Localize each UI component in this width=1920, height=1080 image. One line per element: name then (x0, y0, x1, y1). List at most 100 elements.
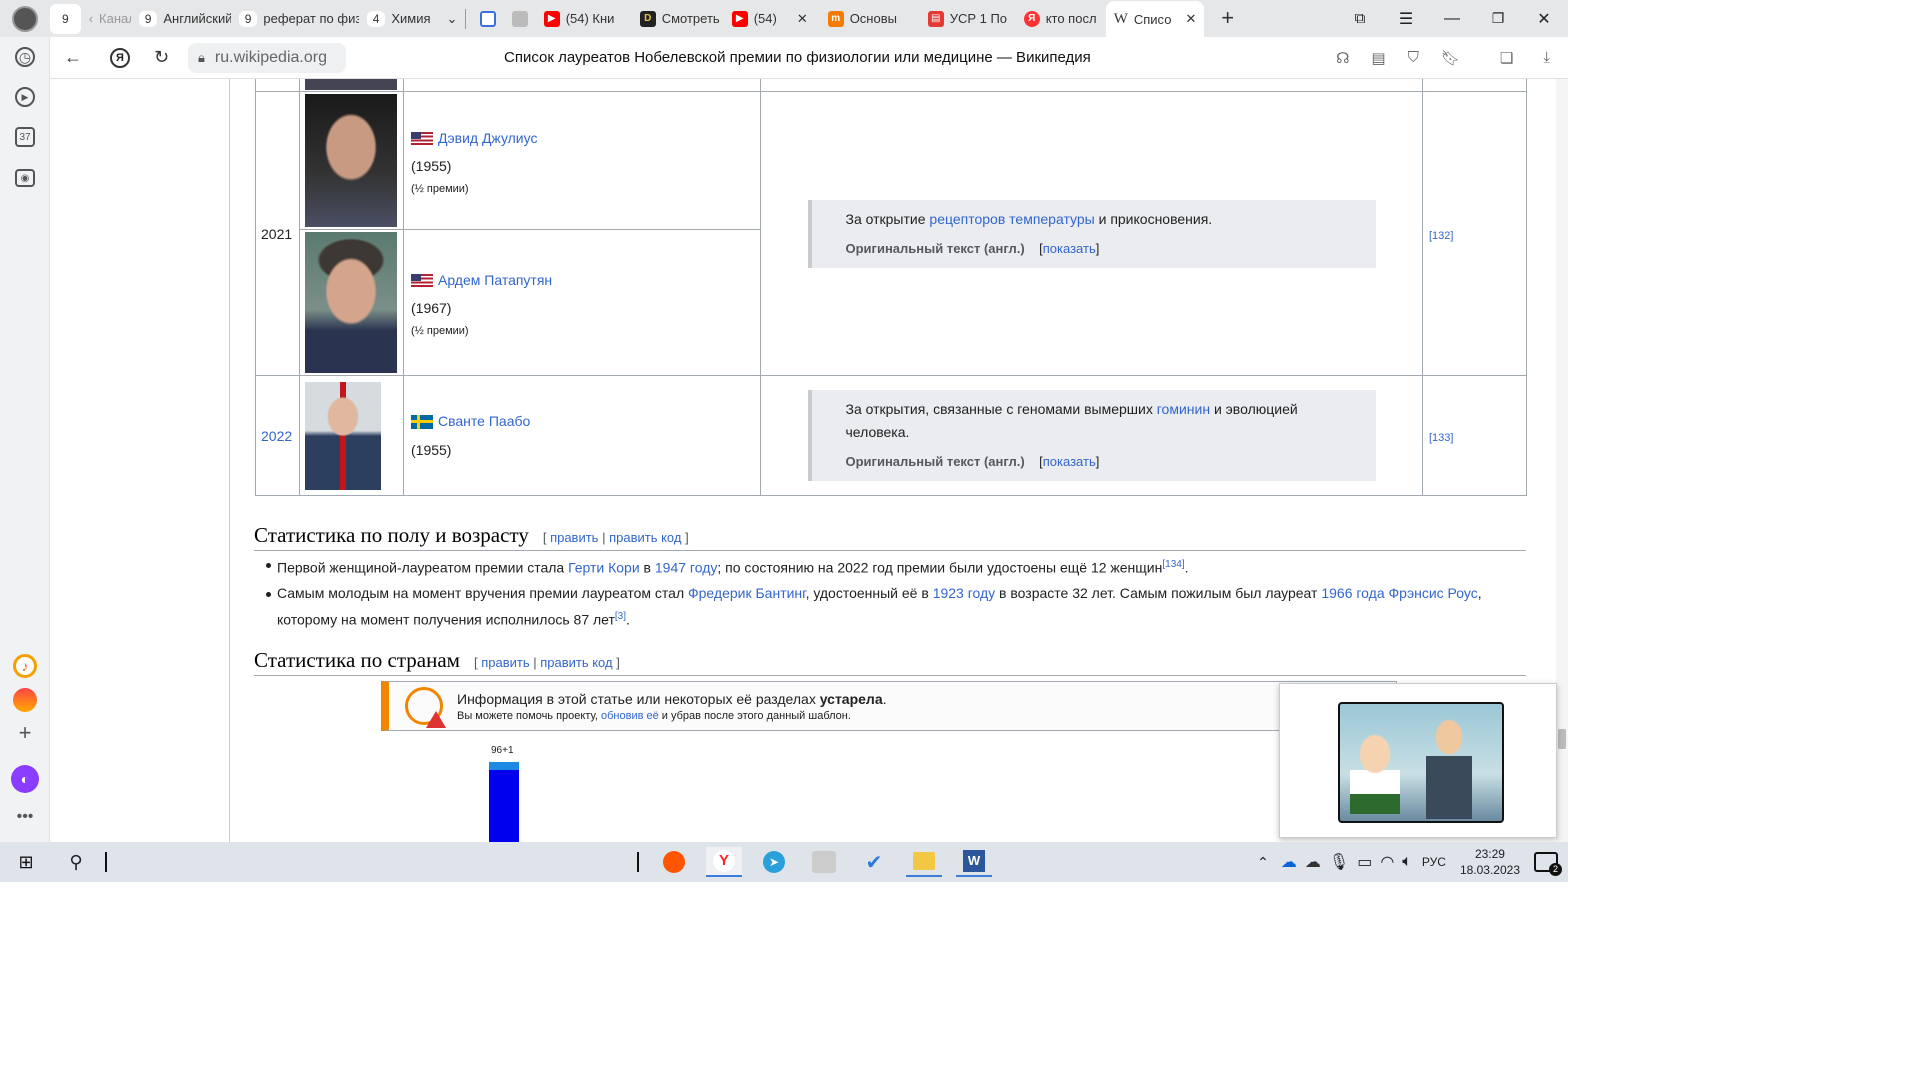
reference-link[interactable]: [132] (1429, 230, 1453, 242)
link[interactable]: 1923 году (933, 585, 995, 601)
camera-icon[interactable]: ◉ (15, 169, 35, 187)
wifi-icon[interactable]: ◠ (1380, 852, 1394, 872)
restore-icon[interactable]: ❐ (1484, 10, 1512, 27)
rationale-link[interactable]: рецепторов температуры (929, 211, 1094, 227)
search-icon[interactable]: ⚲ (58, 847, 94, 877)
section-heading-gender-age: Статистика по полу и возрасту[ править |… (254, 523, 1526, 551)
reference-link[interactable]: [133] (1429, 432, 1453, 444)
back-icon[interactable]: ← (64, 47, 88, 68)
link[interactable]: Герти Кори (568, 560, 640, 576)
badge-icon[interactable]: 37 (15, 127, 35, 147)
link[interactable]: Фредерик Бантинг (688, 585, 806, 601)
soundcloud-icon[interactable] (656, 847, 692, 877)
music-icon[interactable]: ♪ (13, 654, 37, 678)
bookmark-icon[interactable]: 🔖︎ (1441, 49, 1460, 67)
microphone-icon[interactable]: 🎙︎ (1329, 852, 1349, 872)
tab-pinned-1[interactable] (472, 4, 504, 34)
notice-text: Информация в этой статье или некоторых е… (457, 690, 820, 707)
profile-avatar[interactable] (12, 5, 38, 32)
laureate-link[interactable]: Сванте Паабо (438, 413, 530, 429)
reference-link[interactable]: [134] (1162, 559, 1184, 570)
onedrive-icon[interactable]: ☁ (1281, 852, 1297, 872)
tab-referat[interactable]: 9 реферат по физ (231, 4, 359, 34)
d-logo-icon: D (639, 10, 656, 27)
minimize-icon[interactable]: — (1438, 10, 1466, 28)
language-indicator[interactable]: РУС (1422, 855, 1446, 869)
yandex-browser-icon[interactable]: Y (706, 847, 742, 877)
todo-icon[interactable]: ✔ (856, 847, 892, 877)
edit-link[interactable]: править (550, 530, 598, 545)
video-frame[interactable] (1338, 702, 1504, 823)
prize-share: (½ премии) (411, 182, 469, 195)
tabs-overview-icon[interactable]: ⧉ (1346, 10, 1374, 27)
tab-youtube-2[interactable]: ▶ (54) ✕ (724, 4, 820, 34)
tab-chemistry[interactable]: 4 Химия ⌄ (359, 4, 459, 34)
link[interactable]: Фрэнсис Роус (1389, 585, 1478, 601)
lock-icon[interactable]: 🔒︎ (198, 50, 205, 66)
edit-code-link[interactable]: править код (540, 655, 612, 670)
close-icon[interactable]: ✕ (797, 11, 808, 27)
tab-channel[interactable]: ‹ Канал (81, 4, 131, 34)
tab-wikipedia-active[interactable]: W Списо ✕ (1105, 1, 1204, 37)
close-icon[interactable]: ✕ (1185, 11, 1196, 27)
download-icon[interactable]: ⤓ (1543, 49, 1550, 66)
chevron-up-icon[interactable]: ⌃ (1257, 854, 1269, 871)
notifications-icon[interactable]: 2 (1534, 852, 1562, 876)
show-toggle[interactable]: показать (1043, 454, 1096, 469)
yandex-y-icon[interactable]: Я (110, 47, 130, 68)
year-link[interactable]: 2022 (261, 428, 292, 444)
battery-icon[interactable]: ▭ (1357, 852, 1372, 872)
history-icon[interactable]: ◷ (15, 47, 35, 67)
cloud-icon[interactable]: ☁ (1305, 852, 1321, 872)
scroll-thumb[interactable] (1558, 729, 1566, 749)
edit-link[interactable]: править (481, 655, 529, 670)
edit-code-link[interactable]: править код (609, 530, 681, 545)
reader-icon[interactable]: ▤ (1371, 49, 1385, 67)
url-field[interactable]: 🔒︎ ru.wikipedia.org (188, 42, 346, 73)
rationale-link[interactable]: гоминин (1157, 401, 1210, 417)
chevron-down-icon[interactable]: ⌄ (447, 11, 458, 27)
laureate-link[interactable]: Ардем Патапутян (438, 272, 552, 288)
link[interactable]: 1947 году (655, 560, 717, 576)
chart-bar-label: 96+1 (491, 745, 514, 756)
link[interactable]: 1966 года (1321, 585, 1384, 601)
tab-label: Английский (163, 11, 231, 26)
reference-link[interactable]: [3] (615, 611, 626, 622)
new-tab-button[interactable]: + (1216, 6, 1240, 31)
add-icon[interactable]: + (13, 720, 37, 745)
tab-label: (54) (753, 11, 777, 26)
windows-start-icon[interactable]: ⊞ (8, 847, 44, 877)
laureate-link[interactable]: Дэвид Джулиус (438, 130, 537, 146)
picture-in-picture-window[interactable] (1279, 683, 1557, 838)
menu-icon[interactable]: ☰ (1392, 9, 1420, 29)
file-explorer-icon[interactable] (906, 847, 942, 877)
protect-icon[interactable]: ⛉ (1408, 49, 1419, 66)
headphones-icon[interactable]: ☊ (1336, 49, 1349, 67)
close-window-icon[interactable]: ✕ (1530, 9, 1558, 29)
telegram-icon[interactable]: ➤ (756, 847, 792, 877)
portrait-julius[interactable] (305, 94, 397, 227)
image-app-icon[interactable] (806, 847, 842, 877)
update-link[interactable]: обновив её (601, 710, 659, 722)
scrollbar[interactable] (1556, 79, 1568, 842)
tab-yandex-search[interactable]: Якто посл (1016, 4, 1106, 34)
market-icon[interactable] (13, 688, 37, 712)
volume-icon[interactable]: 🔈︎ (1402, 853, 1412, 871)
tab-basics[interactable]: m Основы (820, 4, 920, 34)
show-toggle[interactable]: показать (1043, 241, 1096, 256)
tab-english[interactable]: 9 Английский (131, 4, 231, 34)
reload-icon[interactable]: ↻ (154, 47, 178, 68)
portrait-paabo[interactable] (305, 381, 381, 490)
tab-usr[interactable]: ▤ УСР 1 По (920, 4, 1016, 34)
word-icon[interactable]: W (956, 847, 992, 877)
tab-youtube-1[interactable]: ▶ (54) Кни (536, 4, 632, 34)
tab-watch[interactable]: D Смотреть (632, 4, 724, 34)
more-icon[interactable]: ••• (13, 805, 37, 829)
alice-icon[interactable]: ◐ (11, 765, 39, 793)
play-icon[interactable]: ▶ (15, 87, 35, 107)
tab-pinned-2[interactable] (504, 4, 536, 34)
portrait-patapoutian[interactable] (305, 232, 397, 373)
tab-group-1[interactable]: 9 (50, 3, 81, 34)
collections-icon[interactable]: ❏ (1500, 49, 1513, 67)
clock[interactable]: 23:29 18.03.2023 (1460, 846, 1520, 878)
